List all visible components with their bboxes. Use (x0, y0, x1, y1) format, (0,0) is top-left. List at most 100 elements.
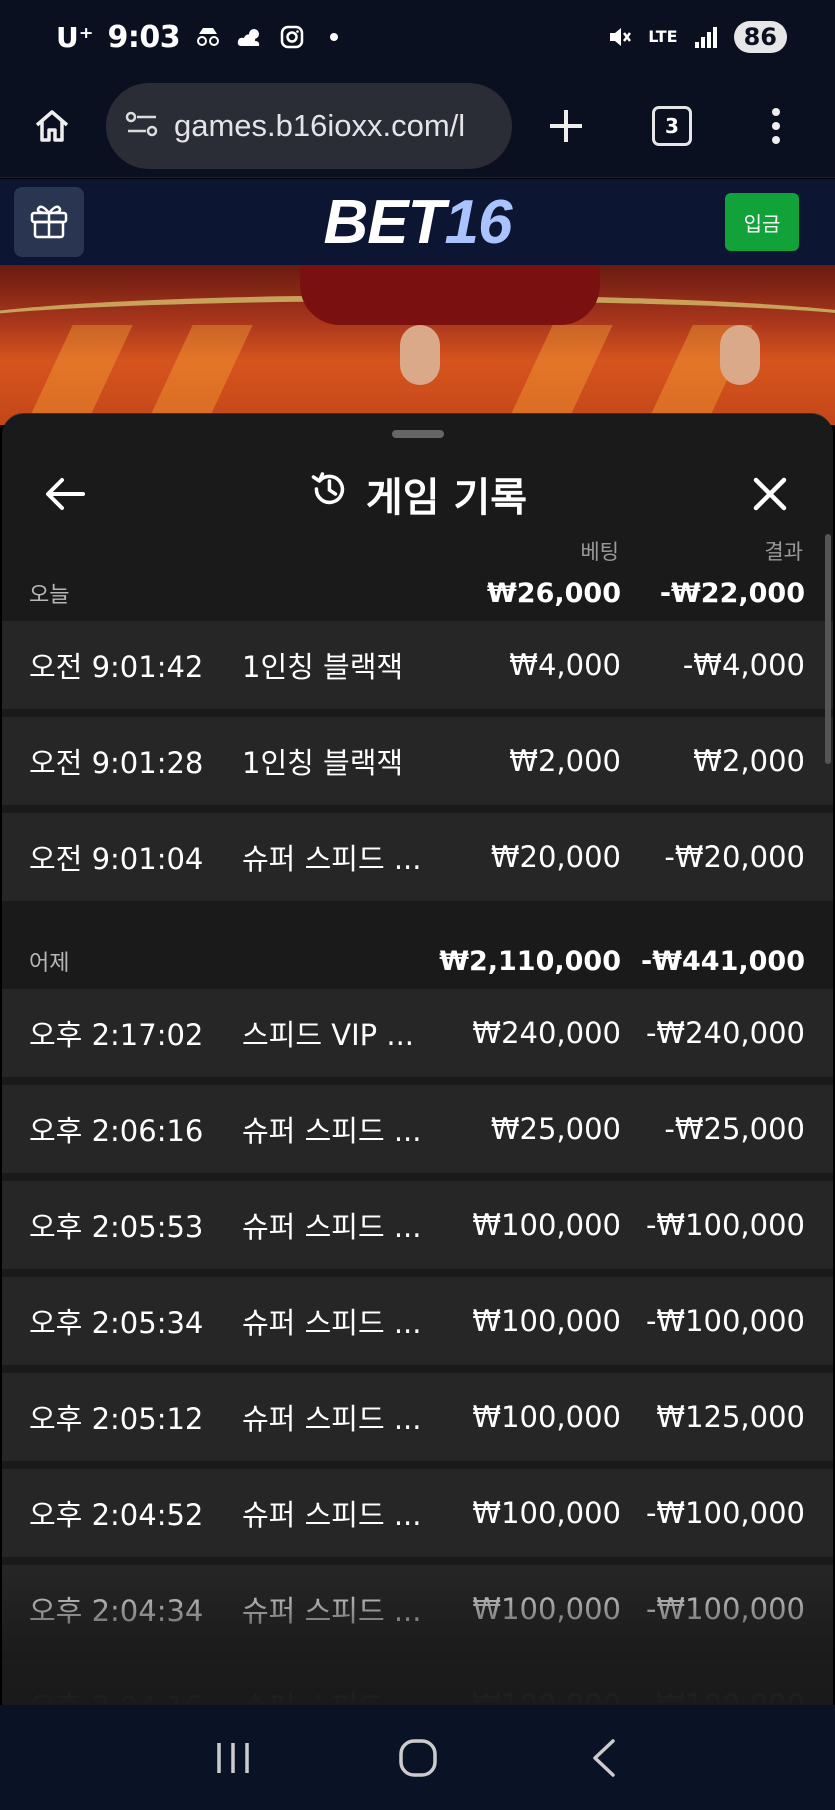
lte-label: LTE (648, 27, 678, 46)
status-bar: U⁺ 9:03 LTE 86 (0, 0, 835, 74)
scrollbar[interactable] (825, 534, 831, 764)
history-record-row[interactable]: 오후 2:17:02 스피드 VIP ... ₩240,000 -₩240,00… (2, 989, 833, 1077)
record-game: 1인칭 블랙잭 (242, 650, 404, 684)
back-arrow-icon[interactable] (40, 469, 90, 519)
spy-icon (194, 23, 222, 51)
day-summary-row: 오늘 ₩26,000 -₩22,000 (2, 568, 833, 618)
record-game: 슈퍼 스피드 ... (242, 1210, 422, 1244)
dealer-figure (300, 265, 600, 325)
site-settings-icon[interactable] (124, 109, 160, 143)
home-nav-icon[interactable] (388, 1728, 448, 1788)
game-background (0, 265, 835, 425)
gift-button[interactable] (14, 187, 84, 257)
drag-handle[interactable] (391, 430, 444, 438)
record-result: ₩125,000 (656, 1400, 805, 1434)
history-record-row[interactable]: 오전 9:01:04 슈퍼 스피드 ... ₩20,000 -₩20,000 (2, 813, 833, 901)
record-time: 오전 9:01:42 (29, 650, 204, 684)
day-summary-row: 어제 ₩2,110,000 -₩441,000 (2, 936, 833, 986)
record-result: -₩100,000 (645, 1208, 805, 1242)
history-record-row[interactable]: 오전 9:01:28 1인칭 블랙잭 ₩2,000 ₩2,000 (2, 717, 833, 805)
logo-16: 16 (444, 187, 513, 257)
record-time: 오후 2:05:53 (29, 1210, 204, 1244)
record-time: 오전 9:01:04 (29, 842, 204, 876)
record-result: -₩25,000 (664, 1112, 805, 1146)
history-record-row[interactable]: 오후 2:05:53 슈퍼 스피드 ... ₩100,000 -₩100,000 (2, 1181, 833, 1269)
record-bet: ₩100,000 (472, 1304, 621, 1338)
sheet-header: 게임 기록 (2, 454, 833, 534)
game-history-sheet: 게임 기록 베팅 결과 오늘 ₩26,000 -₩22,000 오전 9:01:… (2, 413, 833, 1705)
browser-toolbar: games.b16ioxx.com/l 3 (0, 74, 835, 178)
record-game: 슈퍼 스피드 ... (242, 1306, 422, 1340)
record-game: 슈퍼 스피드 ... (242, 1402, 422, 1436)
status-right: LTE 86 (606, 21, 787, 53)
status-left: U⁺ 9:03 (56, 20, 348, 55)
clock: 9:03 (107, 19, 181, 55)
history-record-row[interactable]: 오후 2:06:16 슈퍼 스피드 ... ₩25,000 -₩25,000 (2, 1085, 833, 1173)
record-bet: ₩100,000 (472, 1592, 621, 1626)
sheet-title-text: 게임 기록 (365, 475, 528, 521)
record-bet: ₩20,000 (490, 840, 621, 874)
sheet-title: 게임 기록 (308, 465, 527, 523)
history-record-row[interactable]: 오후 2:05:12 슈퍼 스피드 ... ₩100,000 ₩125,000 (2, 1373, 833, 1461)
record-game: 스피드 VIP ... (242, 1018, 415, 1052)
record-time: 오후 2:17:02 (29, 1018, 204, 1052)
record-result: -₩4,000 (682, 648, 805, 682)
carrier-label: U⁺ (56, 20, 94, 54)
history-record-row[interactable]: 오후 2:05:34 슈퍼 스피드 ... ₩100,000 -₩100,000 (2, 1277, 833, 1365)
record-result: -₩100,000 (645, 1688, 805, 1705)
day-total-bet: ₩2,110,000 (439, 945, 621, 977)
column-header-result: 결과 (764, 540, 803, 564)
record-time: 오후 2:04:16 (29, 1684, 203, 1705)
record-result: -₩100,000 (645, 1496, 805, 1530)
day-total-result: -₩441,000 (641, 945, 805, 977)
history-record-row[interactable]: 오후 2:04:52 슈퍼 스피드 ... ₩100,000 -₩100,000 (2, 1469, 833, 1557)
address-bar[interactable]: games.b16ioxx.com/l (106, 82, 512, 169)
record-bet: ₩2,000 (509, 744, 621, 778)
record-time: 오후 2:05:34 (29, 1306, 204, 1340)
notification-dot-icon (320, 23, 348, 51)
day-total-bet: ₩26,000 (487, 577, 621, 609)
weather-icon (236, 23, 264, 51)
url-text[interactable]: games.b16ioxx.com/l (174, 108, 465, 144)
history-record-row[interactable]: 오후 2:04:34 슈퍼 스피드 ... ₩100,000 -₩100,000 (2, 1565, 833, 1653)
record-time: 오후 2:04:52 (29, 1498, 204, 1532)
site-logo[interactable]: BET16 (324, 187, 513, 258)
record-time: 오후 2:05:12 (29, 1402, 204, 1436)
record-bet: ₩100,000 (472, 1400, 621, 1434)
history-record-row[interactable]: 오후 2:04:16 슈퍼 스피드 ... ₩100,000 -₩100,000 (2, 1661, 833, 1705)
record-bet: ₩240,000 (472, 1016, 621, 1050)
more-menu-icon[interactable] (744, 94, 808, 158)
record-bet: ₩100,000 (472, 1208, 621, 1242)
record-game: 슈퍼 스피드 ... (242, 1594, 422, 1628)
record-game: 슈퍼 스피드 ... (242, 842, 422, 876)
record-game: 슈퍼 스피드 ... (242, 1114, 422, 1148)
record-game: 1인칭 블랙잭 (242, 746, 404, 780)
day-label: 오늘 (29, 583, 70, 608)
history-record-row[interactable]: 오전 9:01:42 1인칭 블랙잭 ₩4,000 -₩4,000 (2, 621, 833, 709)
dealer-hand (720, 325, 760, 385)
home-icon[interactable] (20, 94, 84, 158)
add-tab-icon[interactable] (534, 94, 598, 158)
record-time: 오후 2:06:16 (29, 1114, 204, 1148)
record-time: 오전 9:01:28 (29, 746, 204, 780)
record-result: ₩2,000 (693, 744, 805, 778)
tab-switcher-button[interactable]: 3 (640, 94, 704, 158)
close-icon[interactable] (745, 469, 795, 519)
gift-icon (28, 199, 70, 245)
record-result: -₩100,000 (645, 1592, 805, 1626)
record-bet: ₩100,000 (472, 1688, 621, 1705)
recent-apps-icon[interactable] (203, 1728, 263, 1788)
system-nav-bar (0, 1705, 835, 1810)
record-game: 슈퍼 스피드 ... (242, 1684, 422, 1705)
dealer-hand (400, 325, 440, 385)
record-result: -₩100,000 (645, 1304, 805, 1338)
back-nav-icon[interactable] (573, 1728, 633, 1788)
site-header: BET16 입금 (0, 179, 835, 265)
record-game: 슈퍼 스피드 ... (242, 1498, 422, 1532)
instagram-icon (278, 23, 306, 51)
deposit-button[interactable]: 입금 (725, 193, 799, 251)
column-header-bet: 베팅 (580, 540, 619, 564)
record-bet: ₩4,000 (509, 648, 621, 682)
signal-icon (692, 23, 720, 51)
tab-count: 3 (652, 105, 692, 146)
